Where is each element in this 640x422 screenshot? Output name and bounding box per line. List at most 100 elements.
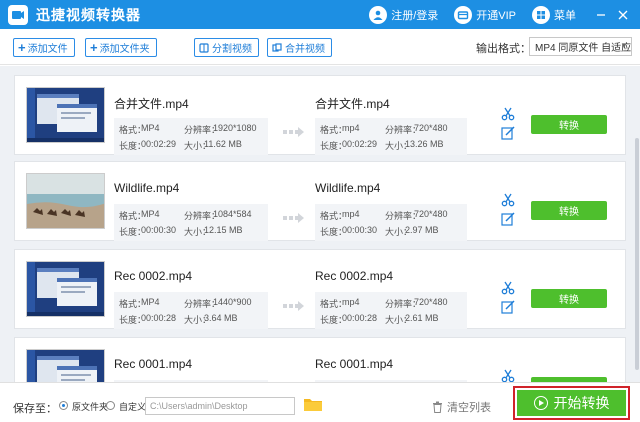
video-thumbnail xyxy=(26,349,105,382)
title-bar: 迅捷视频转换器 注册/登录 开通VIP 菜单 xyxy=(0,0,640,29)
input-info: 格式： MP4 分辨率： 1084*584 长度： 00:00:30 大小： 12.15 MB xyxy=(114,204,268,241)
input-info: 格式： MP4 分辨率： 1440*900 长度： 00:00:28 大小： 3.64 MB xyxy=(114,292,268,329)
add-folder-label: 添加文件夹 xyxy=(99,44,150,55)
input-file-name: 合并文件.mp4 xyxy=(114,97,189,111)
menu-icon xyxy=(532,5,550,24)
edit-icon[interactable] xyxy=(501,300,515,314)
convert-button[interactable]: 转换 xyxy=(531,289,607,308)
minimize-button[interactable] xyxy=(590,4,612,26)
user-icon xyxy=(369,5,388,24)
menu-label: 菜单 xyxy=(554,9,576,22)
output-size: 13.26 MB xyxy=(405,139,444,149)
convert-button[interactable]: 转换 xyxy=(531,115,607,134)
output-duration: 00:00:30 xyxy=(342,225,378,235)
input-resolution: 1920*1080 xyxy=(213,123,257,133)
input-duration: 00:02:29 xyxy=(141,139,177,149)
output-size: 2.61 MB xyxy=(405,313,439,323)
output-format-select[interactable]: MP4 同原文件 自适应 ▼ xyxy=(529,37,632,56)
output-file-name: Rec 0002.mp4 xyxy=(315,269,394,283)
input-duration: 00:00:30 xyxy=(141,225,177,235)
scissors-icon[interactable] xyxy=(501,281,515,295)
convert-arrow-icon xyxy=(283,213,304,223)
plus-icon: + xyxy=(18,40,26,55)
edit-icon[interactable] xyxy=(501,126,515,140)
output-resolution: 720*480 xyxy=(414,123,448,133)
vip-link[interactable]: 开通VIP xyxy=(454,5,516,24)
input-size: 11.62 MB xyxy=(204,139,242,149)
video-thumbnail xyxy=(26,261,105,317)
close-button[interactable] xyxy=(612,4,634,26)
input-info: 格式： MP4 分辨率： 1920*1080 长度： 00:02:29 大小： 11.62 M… xyxy=(114,118,268,155)
output-file-name: Wildlife.mp4 xyxy=(315,181,381,195)
close-icon xyxy=(618,10,628,19)
video-thumbnail xyxy=(26,173,105,229)
clear-list-button[interactable]: 清空列表 xyxy=(432,399,491,415)
output-format: mp4 xyxy=(342,209,360,219)
output-file-name: Rec 0001.mp4 xyxy=(315,357,394,371)
input-resolution: 1440*900 xyxy=(213,297,252,307)
add-file-button[interactable]: + 添加文件 xyxy=(13,38,75,57)
output-resolution: 720*480 xyxy=(414,297,448,307)
file-card[interactable]: Rec 0002.mp4 格式： MP4 分辨率： 1440*900 长度： 00:00:2… xyxy=(14,249,626,329)
add-folder-button[interactable]: + 添加文件夹 xyxy=(85,38,157,57)
clear-list-label: 清空列表 xyxy=(447,402,491,414)
output-duration: 00:00:28 xyxy=(342,313,378,323)
login-link[interactable]: 注册/登录 xyxy=(369,5,438,24)
trash-icon xyxy=(433,401,442,413)
input-size: 3.64 MB xyxy=(204,313,238,323)
merge-icon xyxy=(272,42,282,52)
output-format: mp4 xyxy=(342,123,360,133)
split-video-button[interactable]: 分割视频 xyxy=(194,38,259,57)
convert-button[interactable]: 转换 xyxy=(531,201,607,220)
play-icon xyxy=(533,396,548,410)
add-file-label: 添加文件 xyxy=(27,44,68,55)
dropdown-arrow-icon: ▼ xyxy=(620,41,628,50)
save-path-input[interactable] xyxy=(145,397,295,415)
file-card[interactable]: Wildlife.mp4 格式： MP4 分辨率： 1084*584 长度： 00:00:3… xyxy=(14,161,626,241)
input-format: MP4 xyxy=(141,297,160,307)
plus-icon: + xyxy=(90,40,98,55)
save-to-label: 保存至： xyxy=(13,403,57,415)
scissors-icon[interactable] xyxy=(501,107,515,121)
original-folder-radio[interactable] xyxy=(59,401,68,410)
custom-folder-radio[interactable] xyxy=(106,401,115,410)
input-file-name: Rec 0001.mp4 xyxy=(114,357,193,371)
merge-video-button[interactable]: 合并视频 xyxy=(267,38,332,57)
input-resolution: 1084*584 xyxy=(213,209,252,219)
file-card[interactable]: 合并文件.mp4 格式： MP4 分辨率： 1920*1080 长度： 00:02:29 大小… xyxy=(14,75,626,155)
input-size: 12.15 MB xyxy=(204,225,243,235)
split-video-label: 分割视频 xyxy=(212,44,252,55)
file-card[interactable]: Rec 0001.mp4格式：MP4分辨率：1440*900长度：00:00:0… xyxy=(14,337,626,382)
convert-arrow-icon xyxy=(283,127,304,137)
output-resolution: 720*480 xyxy=(414,209,448,219)
input-file-name: Rec 0002.mp4 xyxy=(114,269,193,283)
start-convert-highlight: 开始转换 xyxy=(513,386,630,420)
output-info: 格式： mp4 分辨率： 720*480 长度： 00:02:29 大小： 13.26 MB xyxy=(315,118,467,155)
app-title: 迅捷视频转换器 xyxy=(36,6,141,23)
start-convert-label: 开始转换 xyxy=(553,395,610,411)
output-format-label: 输出格式： xyxy=(476,43,531,55)
output-info: 格式： mp4 分辨率： 720*480 长度： 00:00:30 大小： 2.97 MB xyxy=(315,204,467,241)
edit-icon[interactable] xyxy=(501,212,515,226)
output-file-name: 合并文件.mp4 xyxy=(315,97,390,111)
menu-link[interactable]: 菜单 xyxy=(532,5,576,24)
input-format: MP4 xyxy=(141,123,160,133)
scissors-icon[interactable] xyxy=(501,369,515,382)
original-folder-label: 原文件夹 xyxy=(72,402,109,412)
folder-icon[interactable] xyxy=(303,396,323,412)
output-format: mp4 xyxy=(342,297,360,307)
output-format-value: MP4 同原文件 自适应 xyxy=(535,43,632,54)
vip-label: 开通VIP xyxy=(476,9,516,22)
input-format: MP4 xyxy=(141,209,160,219)
video-thumbnail xyxy=(26,87,105,143)
output-info: 格式： mp4 分辨率： 720*480 长度： 00:00:28 大小： 2.61 MB xyxy=(315,292,467,329)
input-duration: 00:00:28 xyxy=(141,313,177,323)
list-scrollbar[interactable] xyxy=(635,138,639,370)
start-convert-button[interactable]: 开始转换 xyxy=(517,390,626,416)
input-file-name: Wildlife.mp4 xyxy=(114,181,180,195)
scissors-icon[interactable] xyxy=(501,193,515,207)
output-duration: 00:02:29 xyxy=(342,139,378,149)
file-list[interactable]: 合并文件.mp4 格式： MP4 分辨率： 1920*1080 长度： 00:02:29 大小… xyxy=(0,66,640,382)
split-icon xyxy=(199,42,209,53)
vip-icon xyxy=(454,5,473,24)
